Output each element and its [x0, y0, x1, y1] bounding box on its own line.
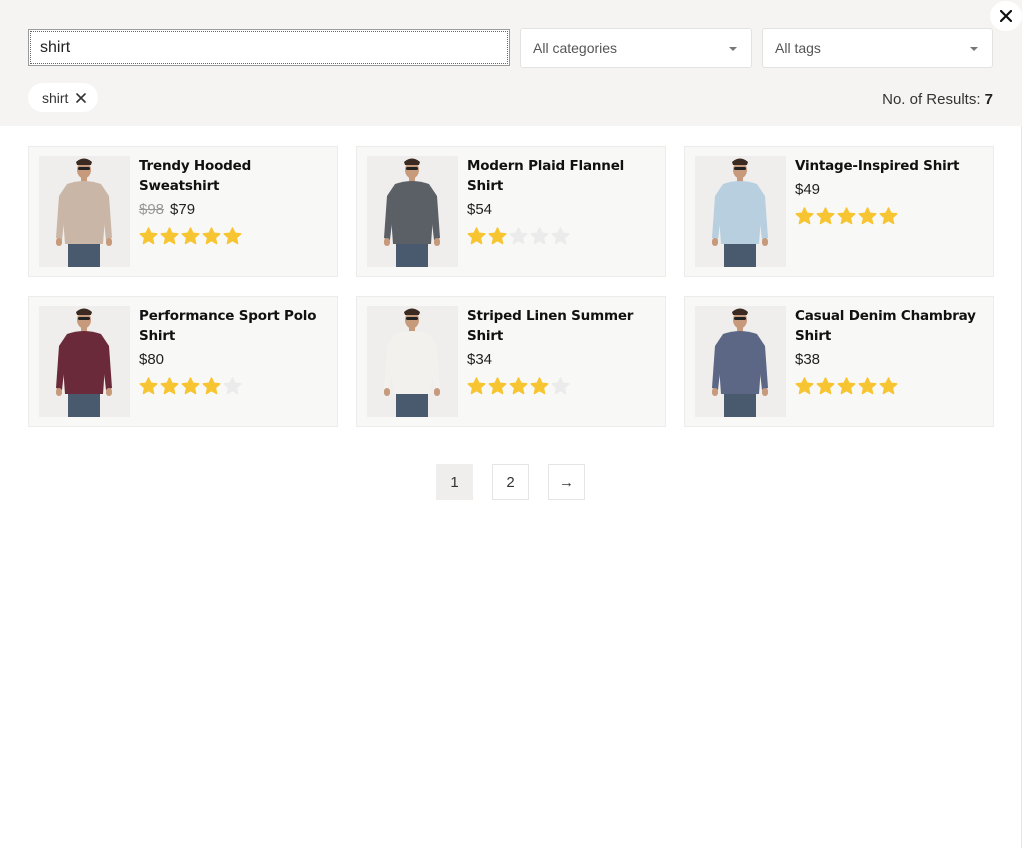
remove-chip-button[interactable]: [76, 92, 87, 103]
chevron-down-icon: [970, 47, 978, 51]
product-current-price: $54: [467, 201, 493, 218]
product-title: Trendy Hooded Sweatshirt: [139, 158, 252, 194]
star-filled-icon: [223, 227, 242, 245]
search-input[interactable]: [28, 29, 510, 66]
active-filter-chip: shirt: [28, 83, 99, 112]
star-filled-icon: [816, 377, 835, 395]
product-card[interactable]: Trendy Hooded Sweatshirt $98 $79: [28, 146, 338, 277]
star-filled-icon: [202, 227, 221, 245]
star-filled-icon: [160, 227, 179, 245]
product-card[interactable]: Performance Sport Polo Shirt $80: [28, 296, 338, 427]
product-current-price: $38: [795, 351, 821, 368]
star-filled-icon: [139, 377, 158, 395]
product-card[interactable]: Vintage-Inspired Shirt $49: [684, 146, 994, 277]
star-filled-icon: [795, 207, 814, 225]
model-figure: [56, 158, 112, 267]
product-card[interactable]: Striped Linen Summer Shirt $34: [356, 296, 666, 427]
star-filled-icon: [795, 377, 814, 395]
rating-stars: [795, 207, 959, 225]
page-button-1[interactable]: 1: [436, 464, 473, 500]
close-icon: [1000, 10, 1012, 22]
product-current-price: $80: [139, 351, 165, 368]
star-filled-icon: [858, 207, 877, 225]
rating-stars: [467, 377, 655, 395]
star-filled-icon: [467, 227, 486, 245]
arrow-right-icon: →: [559, 473, 574, 491]
star-filled-icon: [160, 377, 179, 395]
model-figure: [712, 308, 768, 417]
search-filter-panel: All categories All tags shirt No. of Res…: [0, 0, 1022, 126]
chevron-down-icon: [729, 47, 737, 51]
product-image: [367, 306, 458, 417]
product-current-price: $34: [467, 351, 493, 368]
next-page-button[interactable]: →: [548, 464, 585, 500]
star-filled-icon: [202, 377, 221, 395]
product-title: Vintage-Inspired Shirt: [795, 158, 960, 174]
close-icon: [76, 92, 87, 103]
product-price: $80: [139, 352, 327, 368]
product-price: $38: [795, 352, 983, 368]
results-count-label: No. of Results:: [882, 91, 981, 108]
product-old-price: $98: [139, 201, 165, 218]
chip-label: shirt: [42, 89, 69, 106]
rating-stars: [467, 227, 655, 245]
product-price: $34: [467, 352, 655, 368]
star-filled-icon: [879, 377, 898, 395]
rating-stars: [795, 377, 983, 395]
results-count: No. of Results: 7: [882, 91, 993, 108]
product-title: Striped Linen Summer Shirt: [467, 308, 634, 344]
star-filled-icon: [467, 377, 486, 395]
star-empty-icon: [530, 227, 549, 245]
category-select[interactable]: All categories: [520, 28, 752, 68]
model-figure: [56, 308, 112, 417]
product-card[interactable]: Modern Plaid Flannel Shirt $54: [356, 146, 666, 277]
star-filled-icon: [879, 207, 898, 225]
star-filled-icon: [530, 377, 549, 395]
star-filled-icon: [837, 377, 856, 395]
product-image: [695, 306, 786, 417]
star-empty-icon: [551, 227, 570, 245]
star-empty-icon: [551, 377, 570, 395]
product-image: [39, 306, 130, 417]
search-modal: All categories All tags shirt No. of Res…: [0, 0, 1022, 848]
model-figure: [712, 158, 768, 267]
star-empty-icon: [509, 227, 528, 245]
product-image: [695, 156, 786, 267]
product-title: Casual Denim Chambray Shirt: [795, 308, 976, 344]
star-filled-icon: [858, 377, 877, 395]
product-card[interactable]: Casual Denim Chambray Shirt $38: [684, 296, 994, 427]
star-filled-icon: [509, 377, 528, 395]
category-select-label: All categories: [533, 40, 618, 56]
model-figure: [384, 308, 440, 417]
product-current-price: $49: [795, 181, 821, 198]
rating-stars: [139, 227, 327, 245]
product-price: $98 $79: [139, 202, 327, 218]
results-count-value: 7: [984, 91, 993, 108]
star-filled-icon: [816, 207, 835, 225]
rating-stars: [139, 377, 327, 395]
star-empty-icon: [223, 377, 242, 395]
star-filled-icon: [488, 377, 507, 395]
star-filled-icon: [139, 227, 158, 245]
product-price: $54: [467, 202, 655, 218]
pagination: 1 2 →: [436, 464, 585, 500]
product-image: [39, 156, 130, 267]
product-current-price: $79: [170, 201, 196, 218]
product-title: Performance Sport Polo Shirt: [139, 308, 317, 344]
model-figure: [384, 158, 440, 267]
page-button-2[interactable]: 2: [492, 464, 529, 500]
product-grid: Trendy Hooded Sweatshirt $98 $79 Modern P…: [28, 146, 994, 427]
star-filled-icon: [837, 207, 856, 225]
product-title: Modern Plaid Flannel Shirt: [467, 158, 625, 194]
tags-select-label: All tags: [775, 40, 821, 56]
product-image: [367, 156, 458, 267]
product-price: $49: [795, 182, 959, 198]
tags-select[interactable]: All tags: [762, 28, 993, 68]
close-button[interactable]: [990, 1, 1022, 31]
star-filled-icon: [181, 227, 200, 245]
star-filled-icon: [488, 227, 507, 245]
star-filled-icon: [181, 377, 200, 395]
